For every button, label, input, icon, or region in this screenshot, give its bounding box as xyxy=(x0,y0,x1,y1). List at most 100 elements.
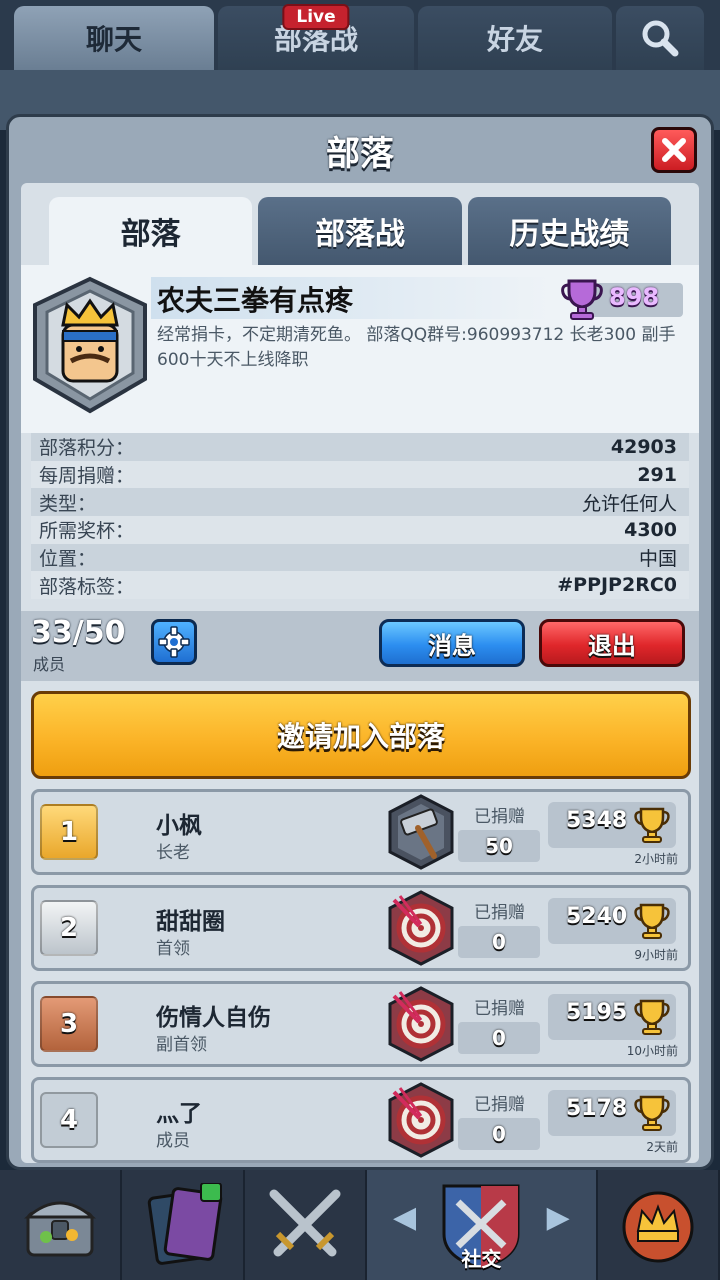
stat-row-clan-score: 部落积分： 42903 xyxy=(31,433,689,461)
clan-name: 农夫三拳有点疼 xyxy=(157,284,354,317)
target-card-icon xyxy=(388,1082,454,1158)
stat-row-location: 位置： 中国 xyxy=(31,543,689,572)
member-row[interactable]: 1 小枫 长老 已捐赠 50 5348 2小时前 xyxy=(31,789,691,876)
nav-battle[interactable] xyxy=(245,1170,368,1280)
member-row[interactable]: 2 甜甜圈 首领 已捐赠 0 5240 9小时前 xyxy=(31,885,691,972)
leave-button-label: 退出 xyxy=(588,631,636,660)
donated-count: 50 xyxy=(458,830,540,863)
close-icon xyxy=(662,138,686,162)
modal-title: 部落 xyxy=(326,133,394,174)
nav-shop[interactable] xyxy=(0,1170,123,1280)
tab-war-history-label: 历史战绩 xyxy=(509,217,630,252)
nav-events[interactable] xyxy=(598,1170,720,1280)
rank-number: 4 xyxy=(59,1105,79,1136)
donated-label: 已捐赠 xyxy=(474,903,525,924)
member-name: 甜甜圈 xyxy=(156,909,225,936)
stat-row-clan-tag: 部落标签： #PPJP2RC0 xyxy=(31,571,689,600)
clan-modal: 部落 部落 部落战 历史战绩 农夫三拳有点疼 898 经常捐卡，不定期清死鱼。 … xyxy=(6,114,714,1170)
member-name: 灬了 xyxy=(156,1101,202,1128)
stat-label: 类型： xyxy=(39,492,97,515)
stat-value: 中国 xyxy=(638,548,677,571)
clan-description: 经常捐卡，不定期清死鱼。 部落QQ群号:960993712 长老300 副手60… xyxy=(157,325,676,370)
message-button-label: 消息 xyxy=(428,631,476,660)
rank-badge: 1 xyxy=(40,804,98,861)
member-role: 首领 xyxy=(156,939,190,960)
member-row[interactable]: 3 伤情人自伤 副首领 已捐赠 0 5195 10小时前 xyxy=(31,981,691,1068)
stat-value: 42903 xyxy=(610,435,677,458)
stat-row-type: 类型： 允许任何人 xyxy=(31,488,689,517)
stat-value: 允许任何人 xyxy=(581,492,677,515)
donated-count: 0 xyxy=(458,926,540,959)
member-trophies: 5178 xyxy=(566,1096,628,1122)
donated-count: 0 xyxy=(458,1118,540,1151)
close-button[interactable] xyxy=(651,127,697,173)
gear-icon xyxy=(158,626,190,658)
donated-label: 已捐赠 xyxy=(474,807,525,828)
rank-badge: 4 xyxy=(40,1092,98,1149)
nav-social[interactable]: ◀ ▶ 社交 xyxy=(367,1170,598,1280)
message-button[interactable]: 消息 xyxy=(379,619,525,668)
gold-trophy-icon xyxy=(634,999,670,1036)
member-row[interactable]: 4 灬了 成员 已捐赠 0 5178 2天前 xyxy=(31,1077,691,1164)
donated-count: 0 xyxy=(458,1022,540,1055)
rank-number: 3 xyxy=(59,1009,79,1040)
leave-button[interactable]: 退出 xyxy=(539,619,685,668)
stat-label: 位置： xyxy=(39,548,97,571)
donated-label: 已捐赠 xyxy=(474,1095,525,1116)
live-badge: Live xyxy=(282,4,350,30)
tab-clan[interactable]: 部落 xyxy=(49,197,253,265)
member-count: 33/50 xyxy=(31,615,126,651)
member-role: 副首领 xyxy=(156,1035,207,1056)
donated-value: 0 xyxy=(492,1122,506,1147)
nav-cards[interactable] xyxy=(122,1170,245,1280)
stat-label: 所需奖杯： xyxy=(39,520,135,543)
rank-badge: 2 xyxy=(40,900,98,957)
member-trophies: 5195 xyxy=(566,1000,628,1026)
member-last-seen: 10小时前 xyxy=(626,1044,678,1059)
tab-chat-label: 聊天 xyxy=(85,23,142,56)
nav-right-arrow-icon: ▶ xyxy=(546,1200,570,1235)
target-card-icon xyxy=(388,986,454,1062)
invite-button[interactable]: 邀请加入部落 xyxy=(31,691,691,780)
member-count-label: 成员 xyxy=(33,655,66,675)
clan-tabs: 部落 部落战 历史战绩 xyxy=(21,183,699,265)
member-trophies: 5348 xyxy=(566,808,628,834)
bottom-nav: ◀ ▶ 社交 xyxy=(0,1170,720,1280)
stat-value: 291 xyxy=(637,463,677,486)
cards-icon xyxy=(147,1183,222,1265)
member-role: 成员 xyxy=(156,1131,190,1152)
purple-trophy-icon xyxy=(561,279,603,320)
members-bar: 33/50 成员 消息 退出 xyxy=(21,611,699,682)
donated-label: 已捐赠 xyxy=(474,999,525,1020)
clan-stats: 部落积分： 42903 每周捐赠： 291 类型： 允许任何人 所需奖杯： 43… xyxy=(21,433,699,600)
tab-friends-label: 好友 xyxy=(486,23,543,56)
stat-label: 部落标签： xyxy=(39,575,135,598)
stat-value: 4300 xyxy=(624,518,677,541)
member-role: 长老 xyxy=(156,843,190,864)
tab-war-history[interactable]: 历史战绩 xyxy=(467,197,671,265)
donated-value: 0 xyxy=(492,1026,506,1051)
stat-row-required-trophies: 所需奖杯： 4300 xyxy=(31,516,689,544)
crown-laurel-icon xyxy=(622,1191,694,1263)
member-last-seen: 2小时前 xyxy=(634,852,678,867)
modal-body: 部落 部落战 历史战绩 农夫三拳有点疼 898 经常捐卡，不定期清死鱼。 部落Q… xyxy=(21,183,699,1164)
target-card-icon xyxy=(388,890,454,966)
rank-number: 1 xyxy=(59,817,79,848)
tab-clan-label: 部落 xyxy=(120,217,181,252)
modal-header: 部落 xyxy=(9,117,711,183)
tab-war-label: 部落战 xyxy=(314,217,405,252)
search-icon xyxy=(642,20,679,57)
gold-trophy-icon xyxy=(634,903,670,940)
tab-clan-war[interactable]: Live 部落战 xyxy=(218,4,414,70)
crossed-swords-icon xyxy=(269,1189,341,1257)
stat-row-weekly-donations: 每周捐赠： 291 xyxy=(31,460,689,489)
hammer-card-icon xyxy=(388,794,454,870)
tab-chat[interactable]: 聊天 xyxy=(14,6,214,70)
tab-friends[interactable]: 好友 xyxy=(418,6,612,70)
tab-war[interactable]: 部落战 xyxy=(258,197,462,265)
settings-button[interactable] xyxy=(151,619,197,666)
rank-badge: 3 xyxy=(40,996,98,1053)
gold-trophy-icon xyxy=(634,807,670,844)
member-list: 1 小枫 长老 已捐赠 50 5348 2小时前 2 甜甜圈 首领 已捐赠 0 … xyxy=(21,789,699,1164)
search-button[interactable] xyxy=(616,6,704,70)
